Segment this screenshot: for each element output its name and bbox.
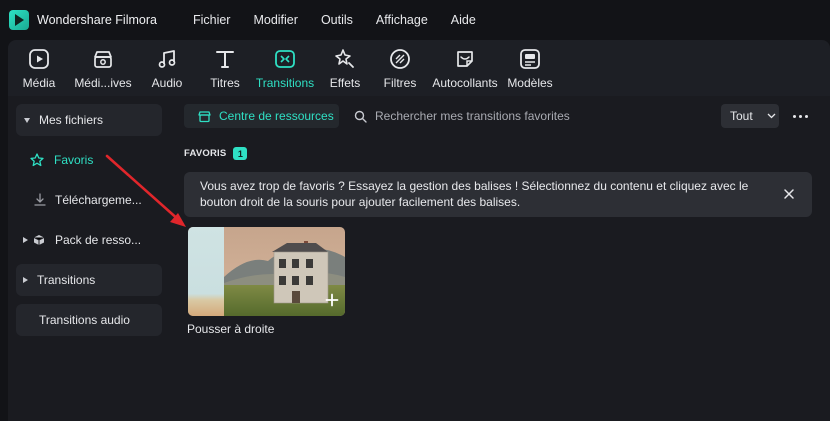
transitions-icon bbox=[274, 48, 296, 70]
menu-bar: Fichier Modifier Outils Affichage Aide bbox=[193, 13, 499, 27]
chevron-down-icon bbox=[767, 113, 776, 119]
media-toolbar: Média Médi...ives Audio Titres Transitio… bbox=[8, 40, 830, 96]
templates-icon bbox=[519, 48, 541, 70]
notice-text: Vous avez trop de favoris ? Essayez la g… bbox=[200, 179, 749, 209]
tab-transitions[interactable]: Transitions bbox=[252, 40, 318, 96]
menu-fichier[interactable]: Fichier bbox=[193, 13, 231, 27]
resource-center-button[interactable]: Centre de ressources bbox=[184, 104, 339, 128]
title-bar: Wondershare Filmora Fichier Modifier Out… bbox=[0, 0, 830, 40]
filters-icon bbox=[389, 48, 411, 70]
more-dot-icon bbox=[792, 114, 796, 118]
star-icon bbox=[30, 153, 44, 167]
sidebar-item-mes-fichiers[interactable]: Mes fichiers bbox=[16, 104, 162, 136]
sidebar-item-telechargements[interactable]: Téléchargeme... bbox=[16, 184, 162, 216]
app-title: Wondershare Filmora bbox=[37, 13, 157, 27]
sidebar-item-pack-ressources[interactable]: Pack de resso... bbox=[16, 224, 162, 256]
search-icon bbox=[354, 110, 367, 123]
menu-modifier[interactable]: Modifier bbox=[253, 13, 297, 27]
main-panel: Centre de ressources Rechercher mes tran… bbox=[168, 96, 830, 421]
stickers-icon bbox=[454, 48, 476, 70]
tab-filters[interactable]: Filtres bbox=[372, 40, 428, 96]
transition-thumbnail[interactable] bbox=[188, 227, 345, 316]
chevron-right-icon bbox=[23, 237, 28, 243]
favorites-section-header: FAVORIS 1 bbox=[184, 147, 248, 160]
audio-icon bbox=[156, 48, 178, 70]
store-icon bbox=[198, 110, 211, 123]
tags-notice-banner: Vous avez trop de favoris ? Essayez la g… bbox=[184, 172, 812, 217]
tab-templates[interactable]: Modèles bbox=[502, 40, 558, 96]
sidebar: Mes fichiers Favoris Téléchargeme... Pac… bbox=[8, 96, 168, 421]
transition-preview-image bbox=[188, 227, 345, 316]
sidebar-item-transitions[interactable]: Transitions bbox=[16, 264, 162, 296]
filmora-logo-icon bbox=[9, 10, 29, 30]
download-icon bbox=[33, 193, 47, 207]
transition-label: Pousser à droite bbox=[187, 322, 275, 336]
titles-icon bbox=[214, 48, 236, 70]
stock-media-icon bbox=[92, 48, 114, 70]
effects-icon bbox=[334, 48, 356, 70]
favorites-count-badge: 1 bbox=[233, 147, 248, 160]
chevron-down-icon bbox=[24, 117, 30, 123]
tab-media[interactable]: Média bbox=[8, 40, 70, 96]
more-dot-icon bbox=[804, 114, 808, 118]
menu-affichage[interactable]: Affichage bbox=[376, 13, 428, 27]
search-input[interactable]: Rechercher mes transitions favorites bbox=[354, 104, 704, 128]
chevron-right-icon bbox=[23, 277, 28, 283]
close-icon[interactable] bbox=[782, 187, 796, 201]
tab-effects[interactable]: Effets bbox=[318, 40, 372, 96]
menu-outils[interactable]: Outils bbox=[321, 13, 353, 27]
tab-titles[interactable]: Titres bbox=[198, 40, 252, 96]
more-dot-icon bbox=[798, 114, 802, 118]
menu-aide[interactable]: Aide bbox=[451, 13, 476, 27]
sidebar-item-favoris[interactable]: Favoris bbox=[16, 144, 162, 176]
tab-audio[interactable]: Audio bbox=[136, 40, 198, 96]
package-icon bbox=[33, 234, 45, 246]
add-icon[interactable] bbox=[325, 293, 339, 307]
sidebar-item-transitions-audio[interactable]: Transitions audio bbox=[16, 304, 162, 336]
tab-stickers[interactable]: Autocollants bbox=[428, 40, 502, 96]
more-options-button[interactable] bbox=[790, 106, 810, 126]
media-icon bbox=[28, 48, 50, 70]
filter-select[interactable]: Tout bbox=[721, 104, 779, 128]
tab-stock-media[interactable]: Médi...ives bbox=[70, 40, 136, 96]
